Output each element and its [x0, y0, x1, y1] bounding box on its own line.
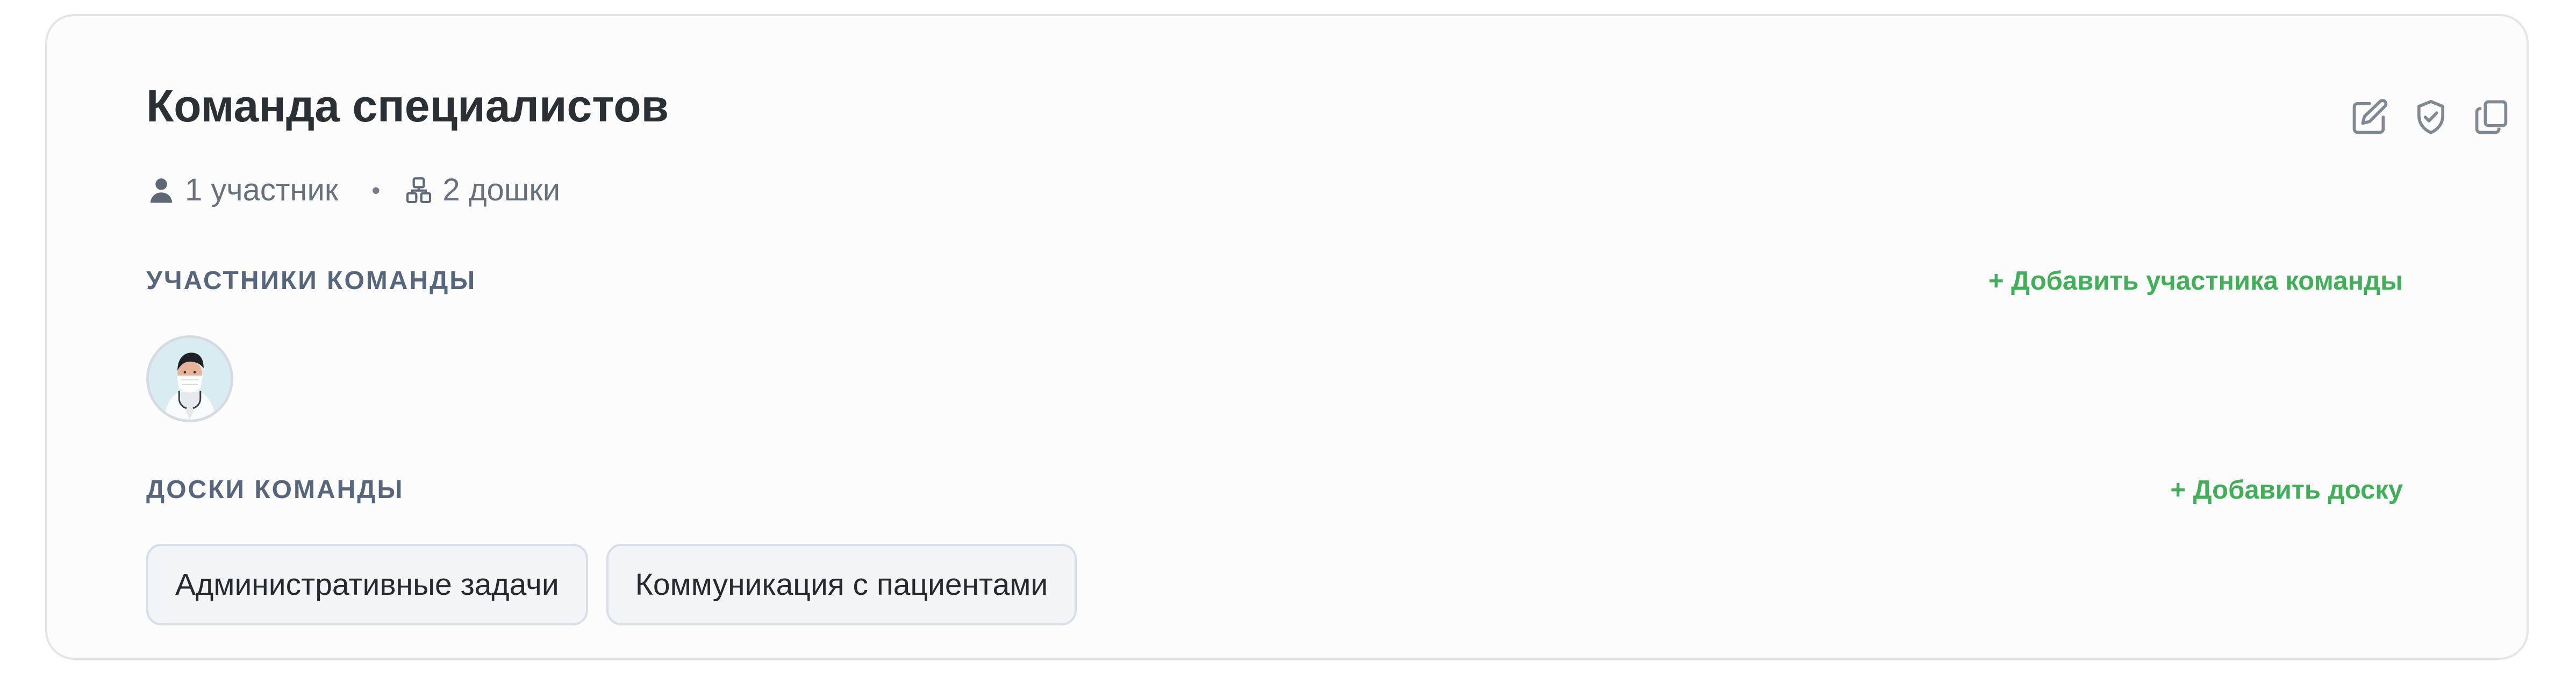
team-title: Команда специалистов: [146, 81, 669, 131]
boards-section-title: ДОСКИ КОМАНДЫ: [146, 476, 404, 504]
edit-button[interactable]: [2349, 97, 2390, 138]
team-stats: 1 участник • 2 дошки: [146, 169, 560, 212]
add-team-member-button[interactable]: + Добавить участника команды: [1988, 264, 2403, 298]
boards-icon: [406, 177, 432, 204]
boards-stat: 2 дошки: [404, 169, 560, 212]
team-actions: [2349, 97, 2513, 138]
user-icon: [150, 178, 173, 203]
copy-button[interactable]: [2472, 97, 2513, 138]
avatar[interactable]: [146, 335, 233, 422]
members-list: [146, 335, 233, 422]
boards-list: Административные задачи Коммуникация с п…: [146, 544, 1077, 625]
stats-separator: •: [371, 176, 381, 204]
members-count: 1 участник: [185, 172, 339, 207]
copy-icon: [2475, 100, 2508, 134]
doctor-avatar: [149, 338, 231, 420]
board-chip-patient-communication[interactable]: Коммуникация с пациентами: [606, 544, 1077, 625]
boards-count: 2 дошки: [442, 172, 561, 207]
board-chip-administrative-tasks[interactable]: Административные задачи: [146, 544, 588, 625]
add-board-button[interactable]: + Добавить доску: [2170, 473, 2403, 507]
team-card: Команда специалистов 1 участник • 2 дошк…: [45, 14, 2529, 660]
shield-check-icon: [2417, 100, 2445, 134]
members-stat: 1 участник: [146, 169, 338, 212]
permissions-button[interactable]: [2410, 97, 2451, 138]
edit-icon: [2352, 99, 2388, 134]
members-section-title: УЧАСТНИКИ КОМАНДЫ: [146, 267, 477, 295]
